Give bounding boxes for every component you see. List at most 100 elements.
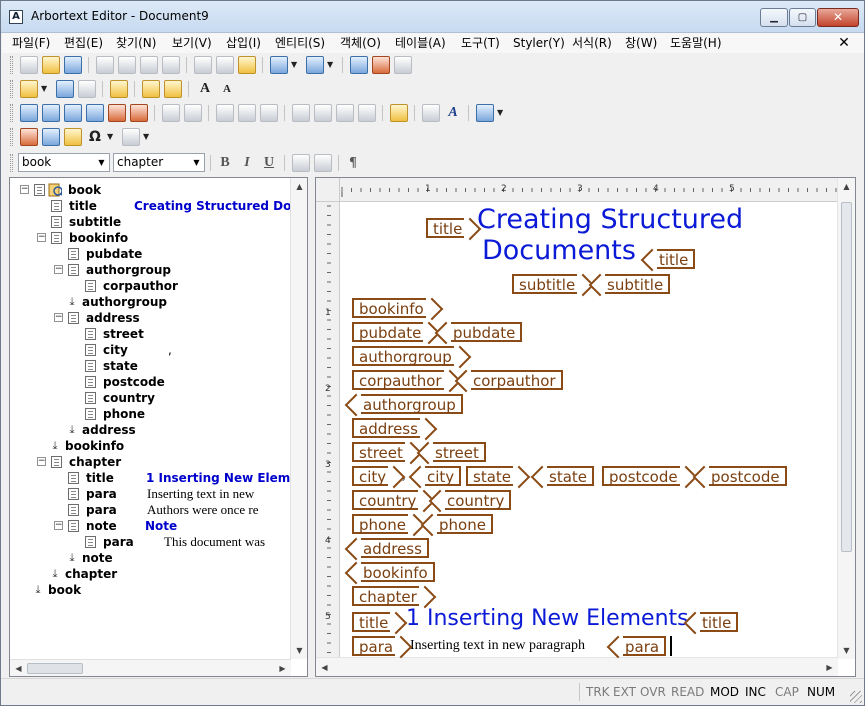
para-start-tag[interactable]: para (352, 636, 404, 656)
para-text[interactable]: Inserting text in new paragraph (410, 636, 585, 656)
change-markup-icon[interactable] (56, 80, 74, 98)
align-bottom-icon[interactable] (260, 104, 278, 122)
tree-node-address[interactable]: ⤓ address (10, 422, 280, 438)
font-larger-icon[interactable]: A (196, 80, 214, 98)
table-icon[interactable] (350, 56, 368, 74)
delete-column-icon[interactable] (130, 104, 148, 122)
special-character-icon[interactable]: Ω (86, 128, 104, 146)
tree-node-address[interactable]: − address (10, 310, 280, 326)
bookinfo-start-tag[interactable]: bookinfo (352, 298, 435, 318)
print-icon[interactable] (96, 56, 114, 74)
subtitle-start-tag[interactable]: subtitle (512, 274, 586, 294)
toolbar-grip[interactable] (10, 80, 13, 98)
bulleted-list-icon[interactable] (314, 154, 332, 172)
align-top-icon[interactable] (216, 104, 234, 122)
corpauthor-start-tag[interactable]: corpauthor (352, 370, 453, 390)
spell-check-icon[interactable] (162, 56, 180, 74)
tree-node-chapter[interactable]: − chapter (10, 454, 280, 470)
title-start-tag[interactable]: title (426, 218, 473, 238)
insert-markup-dropdown-icon[interactable]: ▼ (41, 82, 49, 96)
toolbar-grip[interactable] (10, 128, 13, 146)
collapse-toggle-icon[interactable]: − (20, 185, 29, 194)
toolbar-grip[interactable] (10, 154, 13, 172)
menu-window[interactable]: 창(W) (621, 33, 661, 53)
tree-node-corpauthor[interactable]: corpauthor (10, 278, 280, 294)
document-horizontal-scrollbar[interactable]: ◀ ▶ (316, 657, 838, 676)
list-spacing-icon[interactable] (122, 128, 140, 146)
pilcrow-icon[interactable]: ¶ (344, 154, 362, 172)
subtitle-end-tag[interactable]: subtitle (596, 274, 671, 294)
street-start-tag[interactable]: street (352, 442, 414, 462)
country-start-tag[interactable]: country (352, 490, 427, 510)
menu-find[interactable]: 찾기(N) (112, 33, 160, 53)
tree-node-note[interactable]: ⤓ note (10, 550, 280, 566)
document-map-tree[interactable]: − book title Creating Structured Doc subtitl… (9, 177, 308, 677)
align-middle-icon[interactable] (238, 104, 256, 122)
authorgroup-end-tag[interactable]: authorgroup (352, 394, 463, 414)
special-character-dropdown-icon[interactable]: ▼ (107, 130, 115, 144)
insert-link-icon[interactable] (64, 128, 82, 146)
scroll-up-icon[interactable]: ▲ (838, 178, 855, 195)
scroll-thumb[interactable] (841, 202, 852, 552)
collapse-toggle-icon[interactable]: − (54, 313, 63, 322)
new-document-icon[interactable] (20, 56, 38, 74)
scroll-left-icon[interactable]: ◀ (316, 659, 333, 676)
para-end-tag[interactable]: para (614, 636, 667, 656)
join-cells-icon[interactable] (162, 104, 180, 122)
redo-icon[interactable] (306, 56, 324, 74)
tree-node-title[interactable]: title Creating Structured Doc (10, 198, 290, 214)
address-end-tag[interactable]: address (352, 538, 429, 558)
element-combo[interactable]: chapter ▼ (113, 153, 205, 172)
menu-edit[interactable]: 편집(E) (60, 33, 107, 53)
tree-node-country[interactable]: country (10, 390, 280, 406)
menu-view[interactable]: 보기(V) (168, 33, 216, 53)
numbered-list-icon[interactable] (292, 154, 310, 172)
tree-vertical-scrollbar[interactable]: ▲ ▼ (290, 178, 307, 659)
comment-icon[interactable] (142, 80, 160, 98)
tree-node-para[interactable]: para Authors were once re (10, 502, 280, 518)
tree-node-bookinfo[interactable]: ⤓ bookinfo (10, 438, 280, 454)
scroll-up-icon[interactable]: ▲ (291, 178, 308, 195)
list-spacing-dropdown-icon[interactable]: ▼ (143, 130, 151, 144)
validate-icon[interactable] (110, 80, 128, 98)
document-vertical-scrollbar[interactable]: ▲ ▼ (837, 178, 855, 659)
tree-node-note[interactable]: − note Note (10, 518, 280, 534)
menu-entity[interactable]: 엔티티(S) (271, 33, 329, 53)
ruler-corner[interactable] (316, 178, 340, 202)
menu-insert[interactable]: 삽입(I) (222, 33, 265, 53)
resize-grip[interactable] (850, 691, 862, 703)
chapter-title-start-tag[interactable]: title (352, 612, 399, 632)
horizontal-ruler[interactable]: 1 2 3 4 5 (340, 178, 838, 202)
text-style-icon[interactable]: A (444, 104, 462, 122)
menu-object[interactable]: 객체(O) (336, 33, 385, 53)
tree-node-chapter[interactable]: ⤓ chapter (10, 566, 280, 582)
justify-icon[interactable] (358, 104, 376, 122)
open-folder-icon[interactable] (42, 56, 60, 74)
align-left-icon[interactable] (292, 104, 310, 122)
underline-button[interactable]: U (260, 154, 278, 172)
book-title-text-line2[interactable]: Documents (482, 236, 636, 266)
tree-node-pubdate[interactable]: pubdate (10, 246, 280, 262)
minimize-button[interactable]: ▁ (760, 8, 788, 27)
copy-icon[interactable] (216, 56, 234, 74)
save-icon[interactable] (64, 56, 82, 74)
undo-icon[interactable] (270, 56, 288, 74)
delete-row-icon[interactable] (108, 104, 126, 122)
insert-column-left-icon[interactable] (64, 104, 82, 122)
tree-node-para[interactable]: para Inserting text in new (10, 486, 280, 502)
insert-entity-icon[interactable] (20, 128, 38, 146)
tree-node-para[interactable]: para This document was (10, 534, 280, 550)
collapse-toggle-icon[interactable]: − (37, 457, 46, 466)
cell-properties-icon[interactable] (422, 104, 440, 122)
vertical-ruler[interactable]: 1 2 3 4 5 (316, 202, 340, 659)
book-title-text[interactable]: Creating Structured (477, 205, 743, 235)
align-right-icon[interactable] (336, 104, 354, 122)
tree-node-book[interactable]: − book (10, 182, 280, 198)
close-document-icon[interactable]: ✕ (836, 33, 852, 53)
scroll-right-icon[interactable]: ▶ (274, 660, 291, 677)
document-content[interactable]: title Creating Structured Documents titl… (340, 202, 838, 659)
phone-start-tag[interactable]: phone (352, 514, 417, 534)
insert-row-above-icon[interactable] (20, 104, 38, 122)
tree-node-title[interactable]: title 1 Inserting New Elem (10, 470, 290, 486)
city-start-tag[interactable]: city (352, 466, 397, 486)
